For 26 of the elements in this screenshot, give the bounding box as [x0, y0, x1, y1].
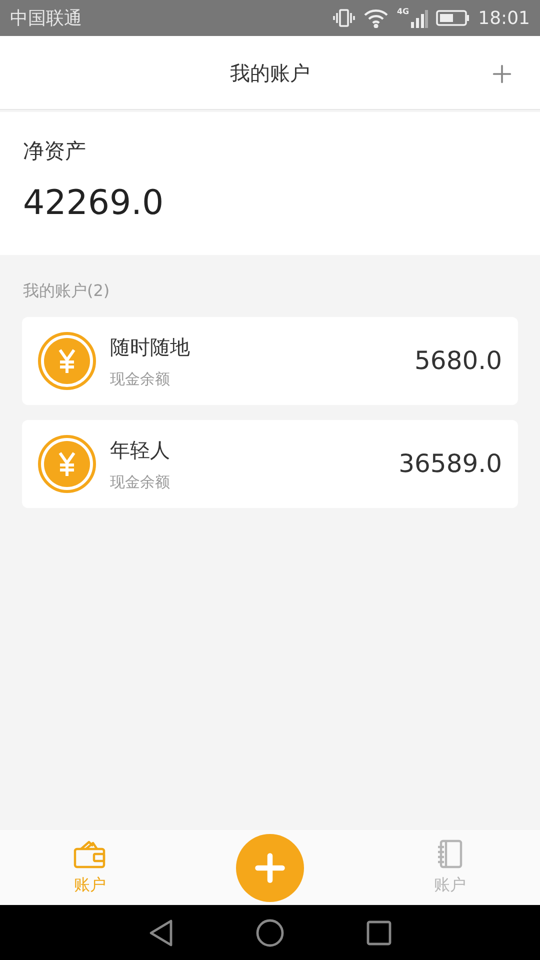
carrier-name: 中国联通 [10, 6, 82, 30]
yen-coin-icon [38, 332, 96, 390]
wallet-icon [73, 838, 107, 868]
net-assets-label: 净资产 [23, 138, 87, 165]
recents-icon[interactable] [366, 920, 392, 946]
battery-icon [436, 9, 470, 27]
wifi-icon [362, 8, 389, 28]
account-name: 年轻人 [110, 436, 171, 464]
account-type: 现金余额 [110, 368, 171, 390]
account-card[interactable]: 随时随地 现金余额 5680.0 [22, 317, 518, 405]
home-icon[interactable] [256, 918, 284, 946]
back-icon[interactable] [148, 918, 174, 946]
clock-time: 18:01 [478, 6, 530, 30]
section-label: 我的账户(2) [23, 280, 110, 302]
yen-coin-icon [38, 435, 96, 493]
network-type: 4G [396, 8, 410, 16]
account-balance: 5680.0 [414, 345, 502, 378]
signal-icon [410, 8, 428, 28]
account-name: 随时随地 [110, 334, 191, 361]
account-card[interactable]: 年轻人 现金余额 36589.0 [22, 420, 518, 508]
notebook-icon [435, 838, 465, 868]
page-title: 我的账户 [230, 60, 310, 86]
vibrate-icon [332, 8, 355, 28]
account-type: 现金余额 [110, 472, 171, 493]
net-assets-value: 42269.0 [23, 186, 165, 220]
account-balance: 36589.0 [398, 448, 502, 480]
